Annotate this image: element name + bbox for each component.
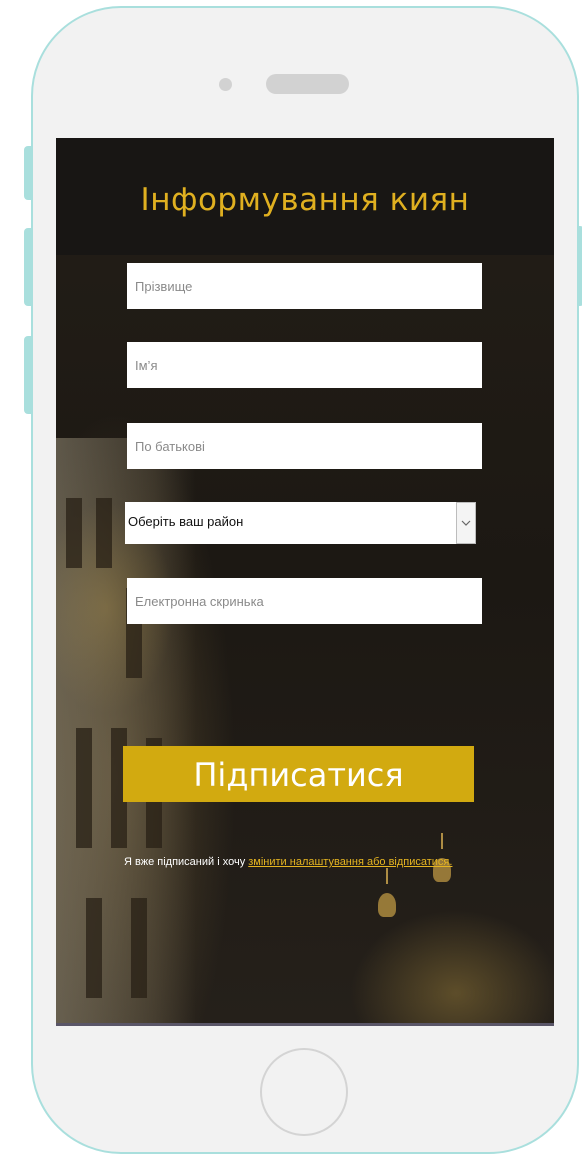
email-field[interactable] [127,578,482,624]
home-button[interactable] [260,1048,348,1136]
patronymic-field[interactable] [127,423,482,469]
subscribe-button[interactable]: Підписатися [123,746,474,802]
background-cross [441,833,443,849]
background-dome [378,893,396,917]
district-select[interactable]: Оберіть ваш район [125,502,476,544]
phone-volume-up-button [24,228,31,306]
phone-camera [219,78,232,91]
phone-volume-down-button [24,336,31,414]
phone-speaker [266,74,349,94]
header-bar: Інформування киян [56,138,554,255]
chevron-down-icon[interactable] [456,502,476,544]
unsubscribe-note: Я вже підписаний і хочу змінити налаштув… [124,854,474,871]
name-field[interactable] [127,342,482,388]
phone-side-button [24,146,31,200]
page-title: Інформування киян [140,182,470,218]
district-select-value: Оберіть ваш район [128,514,244,529]
change-settings-link[interactable]: змінити налаштування або відписатися. [248,856,452,868]
surname-field[interactable] [127,263,482,309]
unsubscribe-note-text: Я вже підписаний і хочу [124,856,249,868]
app-screen: Інформування киян Оберіть ваш район Підп… [56,138,554,1026]
